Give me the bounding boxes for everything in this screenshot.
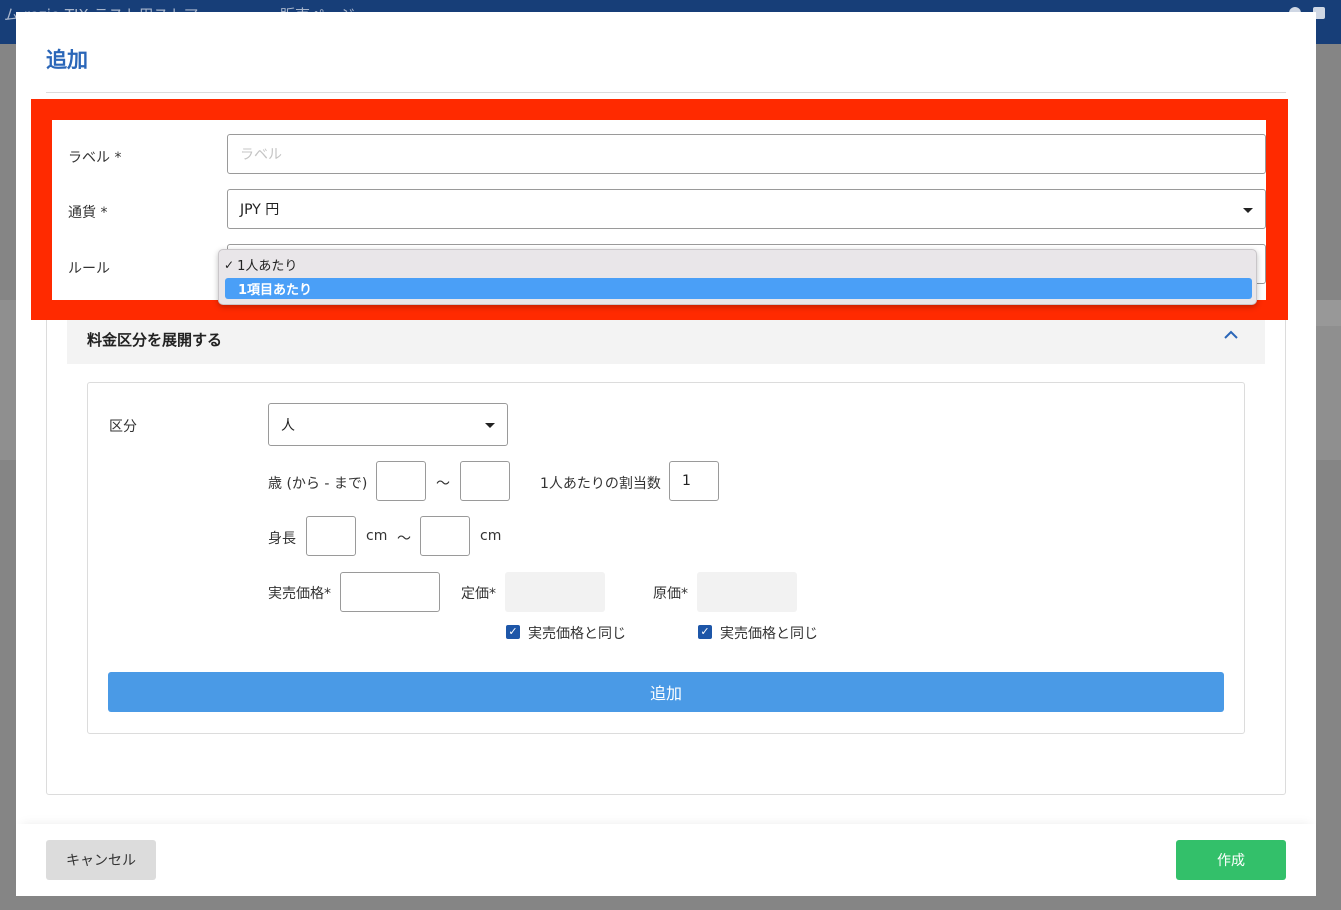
age-from-input[interactable] (376, 461, 426, 501)
highlight-box: ラベル * ラベル 通貨 * JPY 円 ルール ✓ 1人あたり 1項目あたり (31, 99, 1288, 320)
actual-price-label: 実売価格* (268, 586, 331, 602)
label-input-placeholder: ラベル (240, 147, 282, 163)
caret-down-icon (485, 423, 495, 428)
list-price-label: 定価* (461, 586, 496, 602)
rule-option-per-item[interactable]: 1項目あたり (225, 278, 1252, 299)
height-unit: cm (480, 528, 502, 544)
per-person-allocation-input[interactable]: 1 (669, 461, 719, 501)
per-person-allocation-label: 1人あたりの割当数 (540, 476, 661, 492)
section-title: 料金区分を展開する (87, 331, 223, 349)
caret-down-icon (1243, 208, 1253, 213)
add-category-button[interactable]: 追加 (108, 672, 1224, 712)
category-select-value: 人 (281, 417, 295, 434)
rule-option-per-person[interactable]: ✓ 1人あたり (224, 254, 297, 275)
list-price-same-label: 実売価格と同じ (528, 626, 626, 642)
label-input[interactable]: ラベル (227, 134, 1266, 174)
chevron-up-icon[interactable] (1223, 325, 1239, 344)
actual-price-input[interactable] (340, 572, 440, 612)
add-price-modal: 追加 料金区分を展開する 区分 人 歳 (から - まで) 〜 1人あたりの割当… (16, 12, 1316, 896)
rule-option-label: 1人あたり (237, 259, 298, 274)
per-person-allocation-value: 1 (682, 473, 691, 489)
cancel-button[interactable]: キャンセル (46, 840, 156, 880)
currency-field-label: 通貨 * (68, 205, 108, 221)
rule-option-label: 1項目あたり (238, 283, 313, 298)
modal-footer: キャンセル 作成 (16, 824, 1316, 896)
currency-select-value: JPY 円 (240, 202, 280, 218)
cost-price-input (697, 572, 797, 612)
age-label: 歳 (から - まで) (268, 476, 368, 492)
age-range-separator: 〜 (436, 476, 450, 492)
list-price-input (505, 572, 605, 612)
height-from-input[interactable] (306, 516, 356, 556)
age-to-input[interactable] (460, 461, 510, 501)
label-field-label: ラベル * (68, 150, 122, 166)
modal-title: 追加 (46, 48, 88, 72)
height-unit: cm (366, 528, 388, 544)
category-label: 区分 (109, 419, 137, 435)
rule-dropdown-menu: ✓ 1人あたり 1項目あたり (218, 249, 1257, 305)
currency-select[interactable]: JPY 円 (227, 189, 1266, 229)
highlighted-fields: ラベル * ラベル 通貨 * JPY 円 ルール ✓ 1人あたり 1項目あたり (52, 120, 1266, 305)
cost-price-same-label: 実売価格と同じ (720, 626, 818, 642)
rule-field-label: ルール (68, 261, 110, 277)
height-to-input[interactable] (420, 516, 470, 556)
cost-price-same-checkbox[interactable]: ✓ (698, 625, 712, 639)
list-price-same-checkbox[interactable]: ✓ (506, 625, 520, 639)
height-range-separator: 〜 (397, 531, 411, 547)
height-label: 身長 (268, 531, 296, 547)
category-select[interactable]: 人 (268, 403, 508, 446)
checkmark-icon: ✓ (224, 257, 235, 272)
cost-price-label: 原価* (653, 586, 688, 602)
create-button[interactable]: 作成 (1176, 840, 1286, 880)
title-divider (46, 92, 1286, 93)
